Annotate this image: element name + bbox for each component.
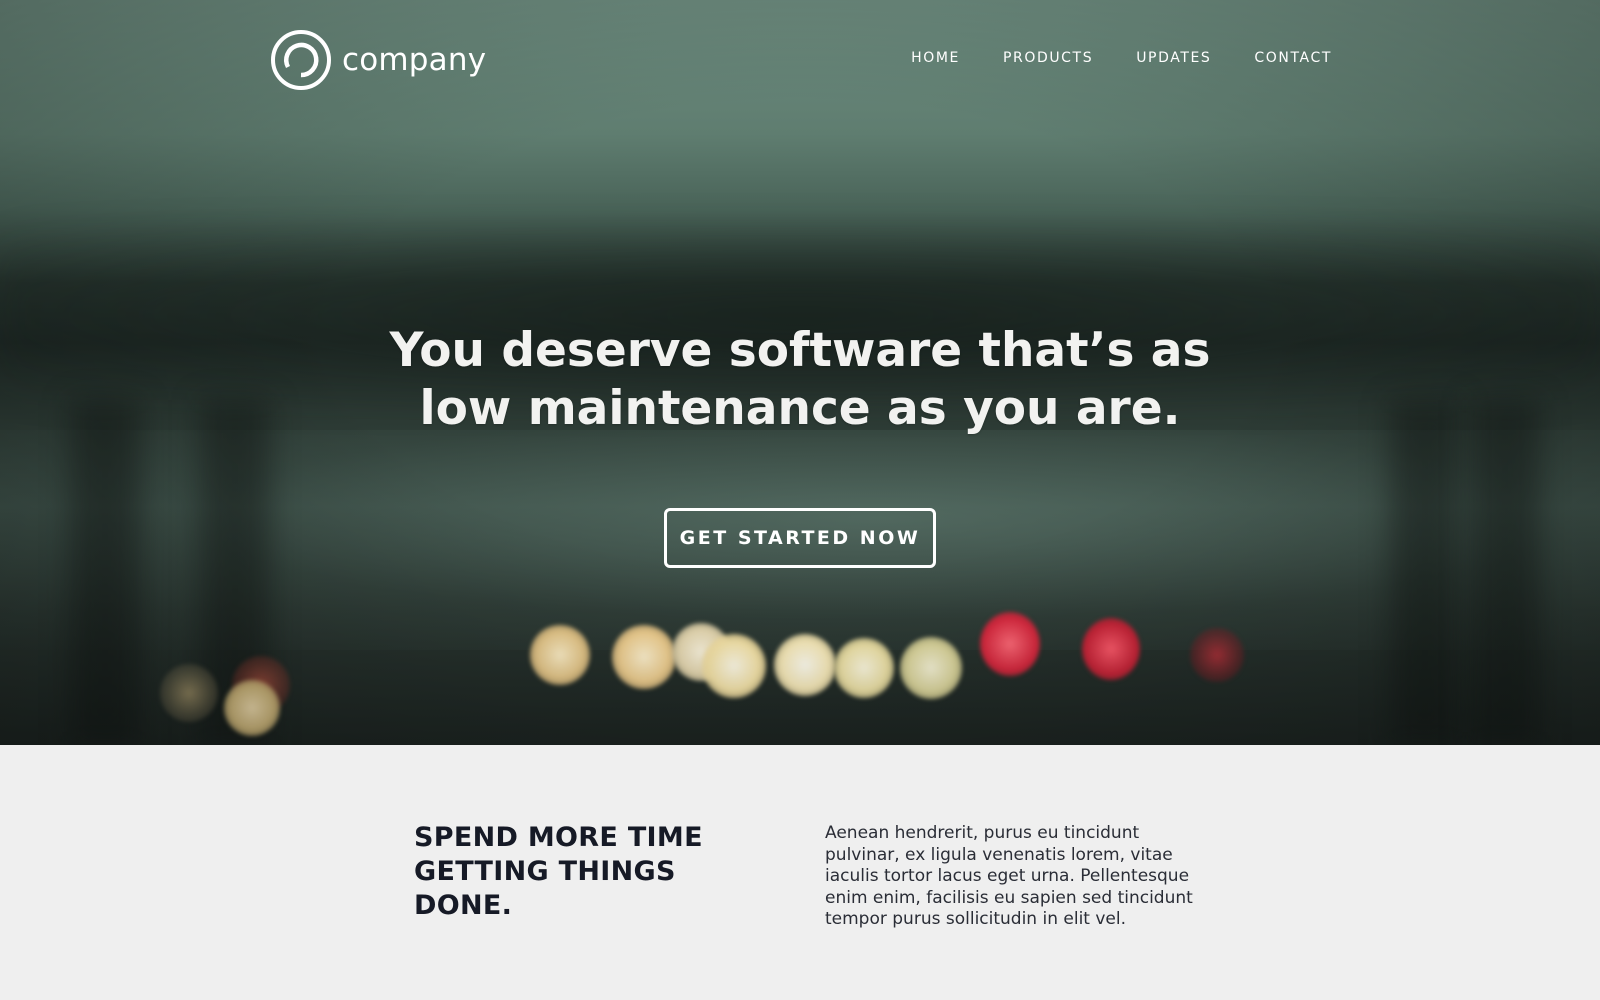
section-title-line1: SPEND MORE TIME [414, 822, 703, 853]
nav-updates-link[interactable]: UPDATES [1136, 50, 1211, 66]
section-title-line2: GETTING THINGS DONE. [414, 856, 676, 921]
brand-name: company [342, 42, 487, 78]
section-body-text: Aenean hendrerit, purus eu tincidunt pul… [825, 823, 1193, 929]
get-started-button[interactable]: GET STARTED NOW [664, 508, 936, 568]
hero-section: company HOME PRODUCTS UPDATES CONTACT Yo… [0, 0, 1600, 745]
hero-headline: You deserve software that’s as low maint… [0, 322, 1600, 438]
nav-products-link[interactable]: PRODUCTS [1003, 50, 1093, 66]
section-title: SPEND MORE TIME GETTING THINGS DONE. [414, 821, 774, 923]
features-section: SPEND MORE TIME GETTING THINGS DONE. Aen… [0, 745, 1600, 1000]
ring-logo-icon [271, 30, 331, 90]
brand-logo[interactable]: company [270, 29, 486, 91]
hero-headline-line2: low maintenance as you are. [419, 381, 1181, 436]
nav-home-link[interactable]: HOME [911, 50, 960, 66]
main-menu: HOME PRODUCTS UPDATES CONTACT [911, 50, 1332, 66]
nav-contact-link[interactable]: CONTACT [1254, 50, 1332, 66]
hero-headline-line1: You deserve software that’s as [389, 323, 1211, 378]
top-navigation: company HOME PRODUCTS UPDATES CONTACT [0, 0, 1600, 120]
